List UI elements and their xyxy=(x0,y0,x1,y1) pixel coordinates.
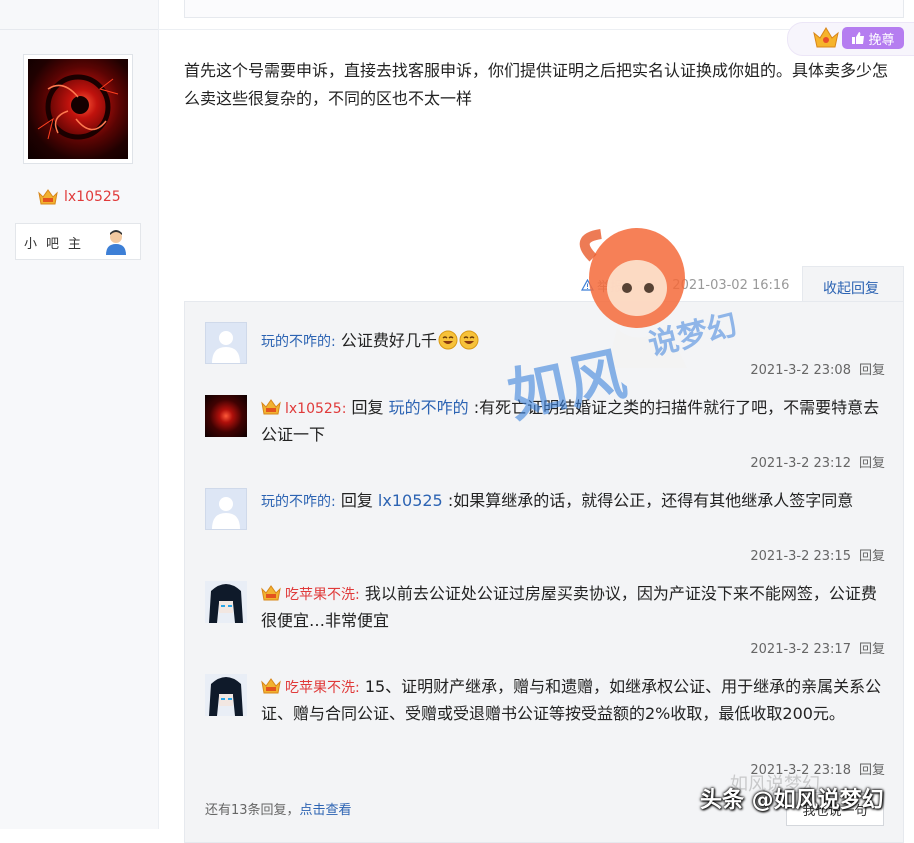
post-content: 首先这个号需要申诉，直接去找客服申诉，你们提供证明之后把实名认证换成你姐的。具体… xyxy=(184,61,889,108)
moderator-person-icon xyxy=(104,229,128,255)
collapse-replies-label[interactable]: 收起回复 xyxy=(823,278,879,298)
reply-button[interactable]: 回复 xyxy=(859,642,885,657)
reply-time-row: 2021-3-2 23:08 回复 xyxy=(750,359,885,378)
role-badge: 小吧主 xyxy=(15,223,141,260)
reply-body: 吃苹果不洗: 我以前去公证处公证过房屋买卖协议，因为产证没下来不能网签，公证费很… xyxy=(261,581,885,634)
vip-crown-icon xyxy=(261,677,281,695)
reply-target-link[interactable]: lx10525 xyxy=(378,491,443,510)
reply-item: 吃苹果不洗: 我以前去公证处公证过房屋买卖协议，因为产证没下来不能网签，公证费很… xyxy=(205,581,885,661)
laugh-emoji-icon xyxy=(459,330,479,350)
crown-icon xyxy=(812,25,840,51)
author-name-row[interactable]: lx10525 xyxy=(38,187,121,207)
support-label: 挽尊 xyxy=(868,32,895,48)
more-replies: 还有13条回复，点击查看 xyxy=(205,799,352,818)
reply-author[interactable]: 吃苹果不洗: xyxy=(285,587,360,603)
reply-button[interactable]: 回复 xyxy=(859,549,885,564)
reply-item: 玩的不咋的: 公证费好几千 2021-3-2 23:08 回复 xyxy=(205,322,885,382)
reply-list: 玩的不咋的: 公证费好几千 2021-3-2 23:08 回复 lx10525: … xyxy=(184,301,904,843)
warning-icon xyxy=(580,278,595,291)
reply-time: 2021-3-2 23:17 xyxy=(750,642,851,657)
thumbs-up-icon xyxy=(851,31,865,45)
author-avatar[interactable] xyxy=(23,54,133,164)
previous-post-footer xyxy=(184,0,904,18)
reply-time-row: 2021-3-2 23:12 回复 xyxy=(750,452,885,471)
reply-button[interactable]: 回复 xyxy=(859,456,885,471)
reply-button[interactable]: 回复 xyxy=(859,763,885,778)
report-link[interactable]: 举报 xyxy=(597,276,623,295)
view-more-link[interactable]: 点击查看 xyxy=(300,803,352,818)
anime-girl-avatar[interactable] xyxy=(205,674,247,716)
default-avatar[interactable] xyxy=(205,322,247,364)
laugh-emoji-icon xyxy=(438,330,458,350)
reply-time-row: 2021-3-2 23:15 回复 xyxy=(750,545,885,564)
post-meta: 举报 7楼 2021-03-02 16:16 xyxy=(580,276,803,295)
support-button[interactable]: 挽尊 xyxy=(842,27,904,49)
reply-time: 2021-3-2 23:15 xyxy=(750,549,851,564)
vip-crown-icon xyxy=(261,398,281,416)
more-replies-count: 还有13条回复， xyxy=(205,803,300,818)
anime-girl-avatar[interactable] xyxy=(205,581,247,623)
reply-author[interactable]: 吃苹果不洗: xyxy=(285,680,360,696)
reply-time: 2021-3-2 23:08 xyxy=(750,363,851,378)
reply-prefix: 回复 xyxy=(340,491,373,510)
reply-body: 玩的不咋的: 回复 lx10525 :如果算继承的话，就得公正，还得有其他继承人… xyxy=(261,488,885,515)
reply-author[interactable]: lx10525: xyxy=(285,401,346,417)
vip-crown-icon xyxy=(38,188,58,206)
reply-target-link[interactable]: 玩的不咋的 xyxy=(389,398,469,417)
role-label: 小吧主 xyxy=(24,237,91,252)
author-username[interactable]: lx10525 xyxy=(64,189,121,205)
divider xyxy=(0,29,158,30)
toutiao-watermark: 头条 @如风说梦幻 xyxy=(700,788,884,813)
reply-item: 吃苹果不洗: 15、证明财产继承，赠与和遗赠，如继承权公证、用于继承的亲属关系公… xyxy=(205,674,885,784)
reply-time-row: 2021-3-2 23:17 回复 xyxy=(750,638,885,657)
red-sharingan-avatar xyxy=(28,59,128,159)
reply-text: :如果算继承的话，就得公正，还得有其他继承人签字同意 xyxy=(447,491,854,510)
reply-author[interactable]: 玩的不咋的: xyxy=(261,334,336,350)
floor-number: 7楼 xyxy=(637,279,659,295)
reply-button[interactable]: 回复 xyxy=(859,363,885,378)
reply-body: lx10525: 回复 玩的不咋的 :有死亡证明结婚证之类的扫描件就行了吧，不需… xyxy=(261,395,885,448)
vip-crown-icon xyxy=(261,584,281,602)
reply-text: 公证费好几千 xyxy=(340,331,437,350)
collapse-replies-tab[interactable]: 收起回复 xyxy=(802,266,904,303)
reply-time: 2021-3-2 23:12 xyxy=(750,456,851,471)
vip-support-chip[interactable]: 挽尊 xyxy=(787,22,914,56)
post-timestamp: 2021-03-02 16:16 xyxy=(672,277,790,293)
reply-body: 玩的不咋的: 公证费好几千 xyxy=(261,328,885,355)
reply-author[interactable]: 玩的不咋的: xyxy=(261,494,336,510)
reply-item: lx10525: 回复 玩的不咋的 :有死亡证明结婚证之类的扫描件就行了吧，不需… xyxy=(205,395,885,475)
reply-prefix: 回复 xyxy=(351,398,384,417)
author-sidebar: lx10525 小吧主 xyxy=(0,0,159,829)
reply-item: 玩的不咋的: 回复 lx10525 :如果算继承的话，就得公正，还得有其他继承人… xyxy=(205,488,885,568)
reply-body: 吃苹果不洗: 15、证明财产继承，赠与和遗赠，如继承权公证、用于继承的亲属关系公… xyxy=(261,674,885,727)
default-avatar[interactable] xyxy=(205,488,247,530)
red-sharingan-avatar[interactable] xyxy=(205,395,247,437)
